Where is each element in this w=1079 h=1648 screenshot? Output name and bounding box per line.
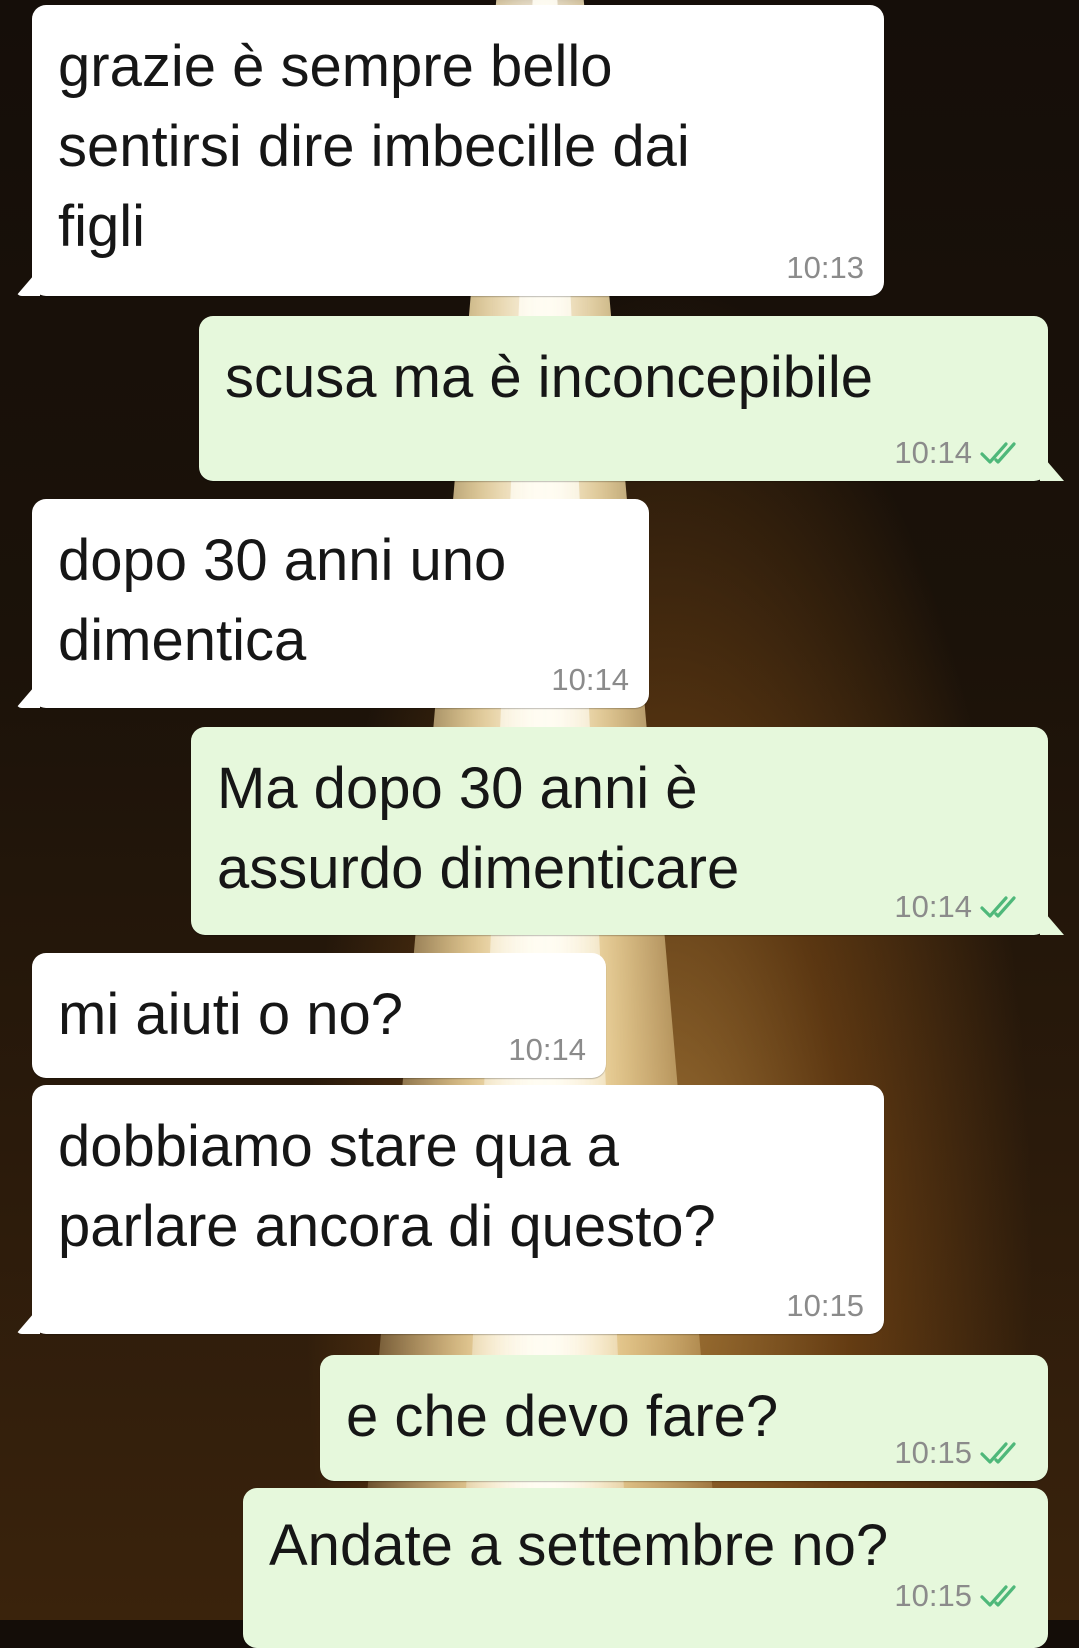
message-bubble-outgoing[interactable]: Ma dopo 30 anni è assurdo dimenticare 10… xyxy=(191,727,1064,935)
double-check-icon xyxy=(980,1440,1028,1466)
double-check-icon xyxy=(980,1583,1028,1609)
message-text: Andate a settembre no? xyxy=(269,1513,889,1578)
message-text: dobbiamo stare qua a parlare ancora di q… xyxy=(58,1114,716,1259)
timestamp: 10:14 xyxy=(551,662,629,697)
message-bubble-outgoing[interactable]: scusa ma è inconcepibile 10:14 xyxy=(199,316,1064,481)
message-bubble-outgoing[interactable]: e che devo fare? 10:15 xyxy=(320,1355,1048,1481)
double-check-icon xyxy=(980,440,1028,466)
message-text: scusa ma è inconcepibile xyxy=(225,345,874,410)
message-bubble-incoming[interactable]: grazie è sempre bello sentirsi dire imbe… xyxy=(16,5,884,296)
message-bubble-incoming[interactable]: dobbiamo stare qua a parlare ancora di q… xyxy=(16,1085,884,1334)
timestamp: 10:13 xyxy=(786,250,864,285)
timestamp: 10:15 xyxy=(894,1578,972,1613)
timestamp: 10:14 xyxy=(894,435,972,470)
message-time: 10:13 xyxy=(786,250,864,286)
message-time: 10:15 xyxy=(786,1288,864,1324)
message-time: 10:14 xyxy=(894,889,1028,925)
message-time: 10:14 xyxy=(551,662,629,698)
message-text: grazie è sempre bello sentirsi dire imbe… xyxy=(58,34,690,259)
message-text: mi aiuti o no? xyxy=(58,982,403,1047)
double-check-icon xyxy=(980,894,1028,920)
message-bubble-outgoing[interactable]: Andate a settembre no? 10:15 xyxy=(243,1488,1048,1648)
timestamp: 10:15 xyxy=(894,1435,972,1470)
timestamp: 10:14 xyxy=(508,1032,586,1067)
message-bubble-incoming[interactable]: dopo 30 anni uno dimentica 10:14 xyxy=(16,499,649,708)
timestamp: 10:14 xyxy=(894,889,972,924)
message-text: dopo 30 anni uno dimentica xyxy=(58,528,507,673)
message-bubble-incoming[interactable]: mi aiuti o no? 10:14 xyxy=(32,953,606,1078)
message-time: 10:14 xyxy=(894,435,1028,471)
timestamp: 10:15 xyxy=(786,1288,864,1323)
message-time: 10:15 xyxy=(894,1435,1028,1471)
message-text: Ma dopo 30 anni è assurdo dimenticare xyxy=(217,756,740,901)
message-time: 10:14 xyxy=(508,1032,586,1068)
message-time: 10:15 xyxy=(894,1578,1028,1614)
